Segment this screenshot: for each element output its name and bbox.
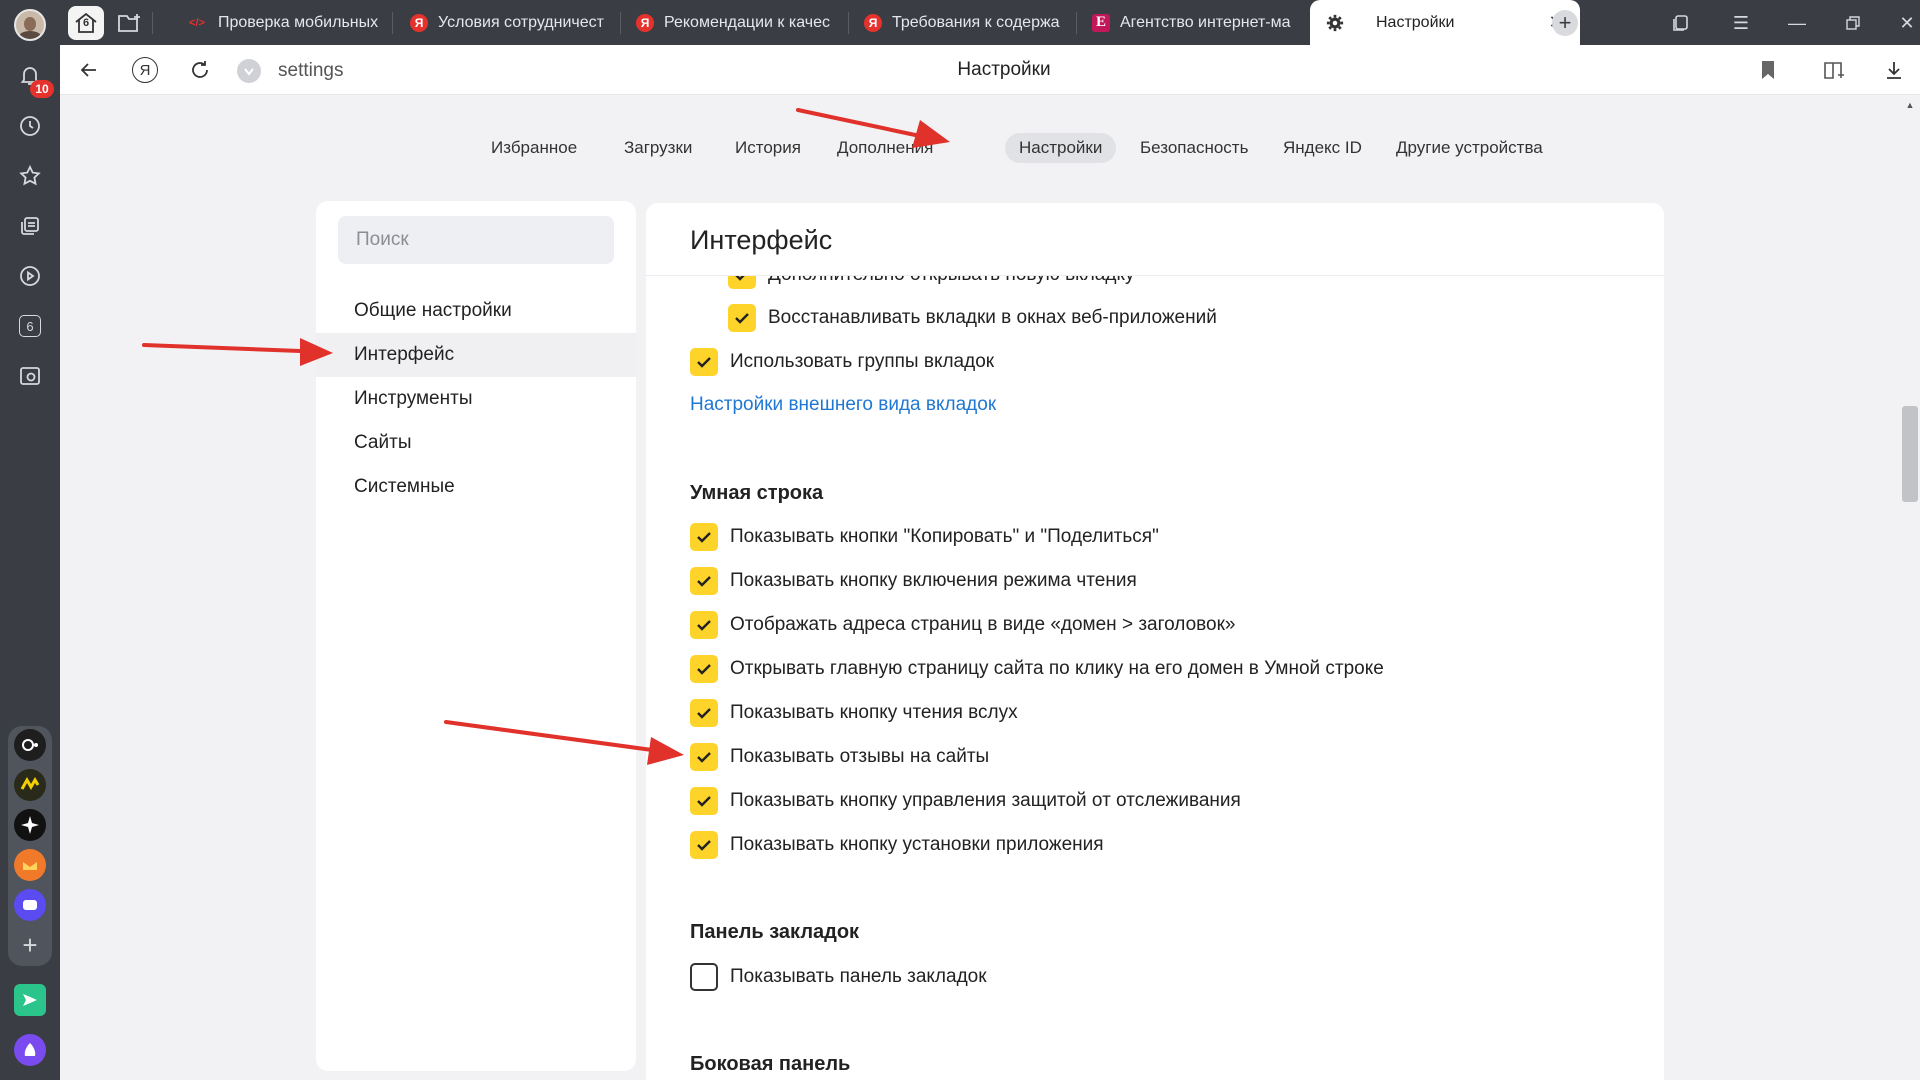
settings-sidebar: Общие настройки Интерфейс Инструменты Са… (316, 201, 636, 1071)
tab-internet-agency[interactable]: E Агентство интернет-ма (1076, 0, 1298, 45)
option-show-bookmarks-bar[interactable]: Показывать панель закладок (690, 955, 987, 999)
new-tab-group-icon[interactable] (112, 6, 148, 40)
topnav-settings[interactable]: Настройки (1005, 133, 1117, 163)
tab-quality-recommendations[interactable]: Я Рекомендации к качес (620, 0, 842, 45)
collections-icon[interactable] (15, 211, 45, 241)
checkbox-checked[interactable] (690, 611, 718, 639)
add-app-icon[interactable]: + (14, 929, 46, 961)
tab-collections-icon[interactable] (1666, 8, 1696, 38)
minimize-window-icon[interactable]: — (1782, 8, 1812, 38)
send-app-icon[interactable] (14, 984, 46, 1016)
sparkle-app-icon[interactable] (14, 809, 46, 841)
settings-search-input[interactable] (338, 216, 614, 264)
home-tabs-button[interactable]: 6 (68, 6, 104, 40)
bookmark-icon[interactable] (1754, 56, 1782, 84)
option-copy-share-buttons[interactable]: Показывать кнопки "Копировать" и "Подели… (690, 515, 1159, 559)
content-header: Интерфейс (646, 203, 1664, 276)
sidebar-item-tools[interactable]: Инструменты (316, 377, 636, 421)
menu-hamburger-icon[interactable]: ☰ (1726, 8, 1756, 38)
checkbox-checked[interactable] (690, 699, 718, 727)
checkbox-unchecked[interactable] (690, 963, 718, 991)
video-play-icon[interactable] (15, 261, 45, 291)
tab-cooperation-terms[interactable]: Я Условия сотрудничест (394, 0, 614, 45)
history-clock-icon[interactable] (15, 111, 45, 141)
checkbox-checked[interactable] (690, 567, 718, 595)
notification-count-badge: 10 (30, 80, 54, 98)
tabs-appearance-link[interactable]: Настройки внешнего вида вкладок (690, 394, 996, 416)
sidebar-item-interface[interactable]: Интерфейс (316, 333, 636, 377)
option-tracking-protection-button[interactable]: Показывать кнопку управления защитой от … (690, 779, 1241, 823)
topnav-extensions[interactable]: Дополнения (823, 133, 947, 163)
code-favicon-icon: </> (189, 16, 205, 29)
option-reading-mode-button[interactable]: Показывать кнопку включения режима чтени… (690, 559, 1137, 603)
scroll-up-arrow-icon[interactable]: ▲ (1904, 100, 1916, 110)
topnav-bookmarks[interactable]: Избранное (477, 133, 591, 163)
settings-content: Интерфейс Дополнительно открывать новую … (646, 203, 1664, 1080)
mail-app-icon[interactable] (14, 849, 46, 881)
reading-list-icon[interactable] (1820, 56, 1848, 84)
yandex-favicon-icon: Я (410, 13, 428, 32)
tab-content-requirements[interactable]: Я Требования к содержа (848, 0, 1070, 45)
option-open-homepage-by-domain[interactable]: Открывать главную страницу сайта по клик… (690, 647, 1384, 691)
user-avatar[interactable] (14, 9, 46, 41)
market-app-icon[interactable] (14, 769, 46, 801)
option-tab-groups[interactable]: Использовать группы вкладок (690, 340, 994, 384)
gear-icon (1326, 14, 1344, 32)
option-restore-webapp-tabs[interactable]: Восстанавливать вкладки в окнах веб-прил… (728, 296, 1217, 340)
yandex-favicon-icon: Я (864, 13, 882, 32)
checkbox-checked[interactable] (690, 523, 718, 551)
topnav-security[interactable]: Безопасность (1126, 133, 1262, 163)
side-panel-heading: Боковая панель (690, 1053, 851, 1075)
option-install-app-button[interactable]: Показывать кнопку установки приложения (690, 823, 1104, 867)
arrow-to-interface-item (142, 343, 302, 353)
option-read-aloud-button[interactable]: Показывать кнопку чтения вслух (690, 691, 1018, 735)
sidebar-item-system[interactable]: Системные (316, 465, 636, 509)
restore-window-icon[interactable] (1838, 8, 1868, 38)
sidebar-item-general[interactable]: Общие настройки (316, 289, 636, 333)
smart-bar-heading: Умная строка (690, 482, 824, 504)
tab-strip: 6 </> Проверка мобильных Я Условия сотру… (60, 0, 1920, 45)
option-domain-title-address[interactable]: Отображать адреса страниц в виде «домен … (690, 603, 1235, 647)
new-tab-plus-icon[interactable]: + (1552, 10, 1578, 36)
topnav-history[interactable]: История (721, 133, 815, 163)
alisa-app-icon[interactable] (14, 729, 46, 761)
star-icon[interactable] (15, 161, 45, 191)
page-title: Настройки (957, 59, 1051, 80)
checkbox-checked[interactable] (690, 743, 718, 771)
address-bar: Я settings Настройки (60, 45, 1920, 95)
checkbox-checked[interactable] (728, 304, 756, 332)
close-window-icon[interactable]: ✕ (1892, 8, 1920, 38)
browser-side-panel: 10 6 + (0, 0, 60, 1080)
download-icon[interactable] (1880, 56, 1908, 84)
topnav-downloads[interactable]: Загрузки (610, 133, 706, 163)
option-site-reviews[interactable]: Показывать отзывы на сайты (690, 735, 989, 779)
yandex-favicon-icon: Я (636, 13, 654, 32)
page-scrollbar[interactable] (1900, 96, 1920, 1080)
sidebar-item-sites[interactable]: Сайты (316, 421, 636, 465)
tabs-count-icon[interactable]: 6 (15, 311, 45, 341)
tab-settings[interactable]: Настройки ✕ (1310, 0, 1580, 45)
scrollbar-thumb[interactable] (1902, 406, 1918, 502)
checkbox-checked[interactable] (690, 787, 718, 815)
checkbox-checked[interactable] (690, 831, 718, 859)
bookmarks-bar-heading: Панель закладок (690, 921, 860, 943)
settings-top-nav: Избранное Загрузки История Дополнения На… (60, 95, 1920, 199)
messenger-app-icon[interactable] (14, 889, 46, 921)
agency-favicon-icon: E (1092, 13, 1110, 32)
topnav-other-devices[interactable]: Другие устройства (1382, 133, 1557, 163)
checkbox-checked[interactable] (690, 655, 718, 683)
section-heading: Интерфейс (690, 225, 833, 255)
topnav-yandex-id[interactable]: Яндекс ID (1269, 133, 1376, 163)
alice-assistant-icon[interactable] (14, 1034, 46, 1066)
checkbox-checked[interactable] (690, 348, 718, 376)
screenshot-camera-icon[interactable] (15, 361, 45, 391)
tab-mobile-check[interactable]: </> Проверка мобильных (170, 0, 380, 45)
